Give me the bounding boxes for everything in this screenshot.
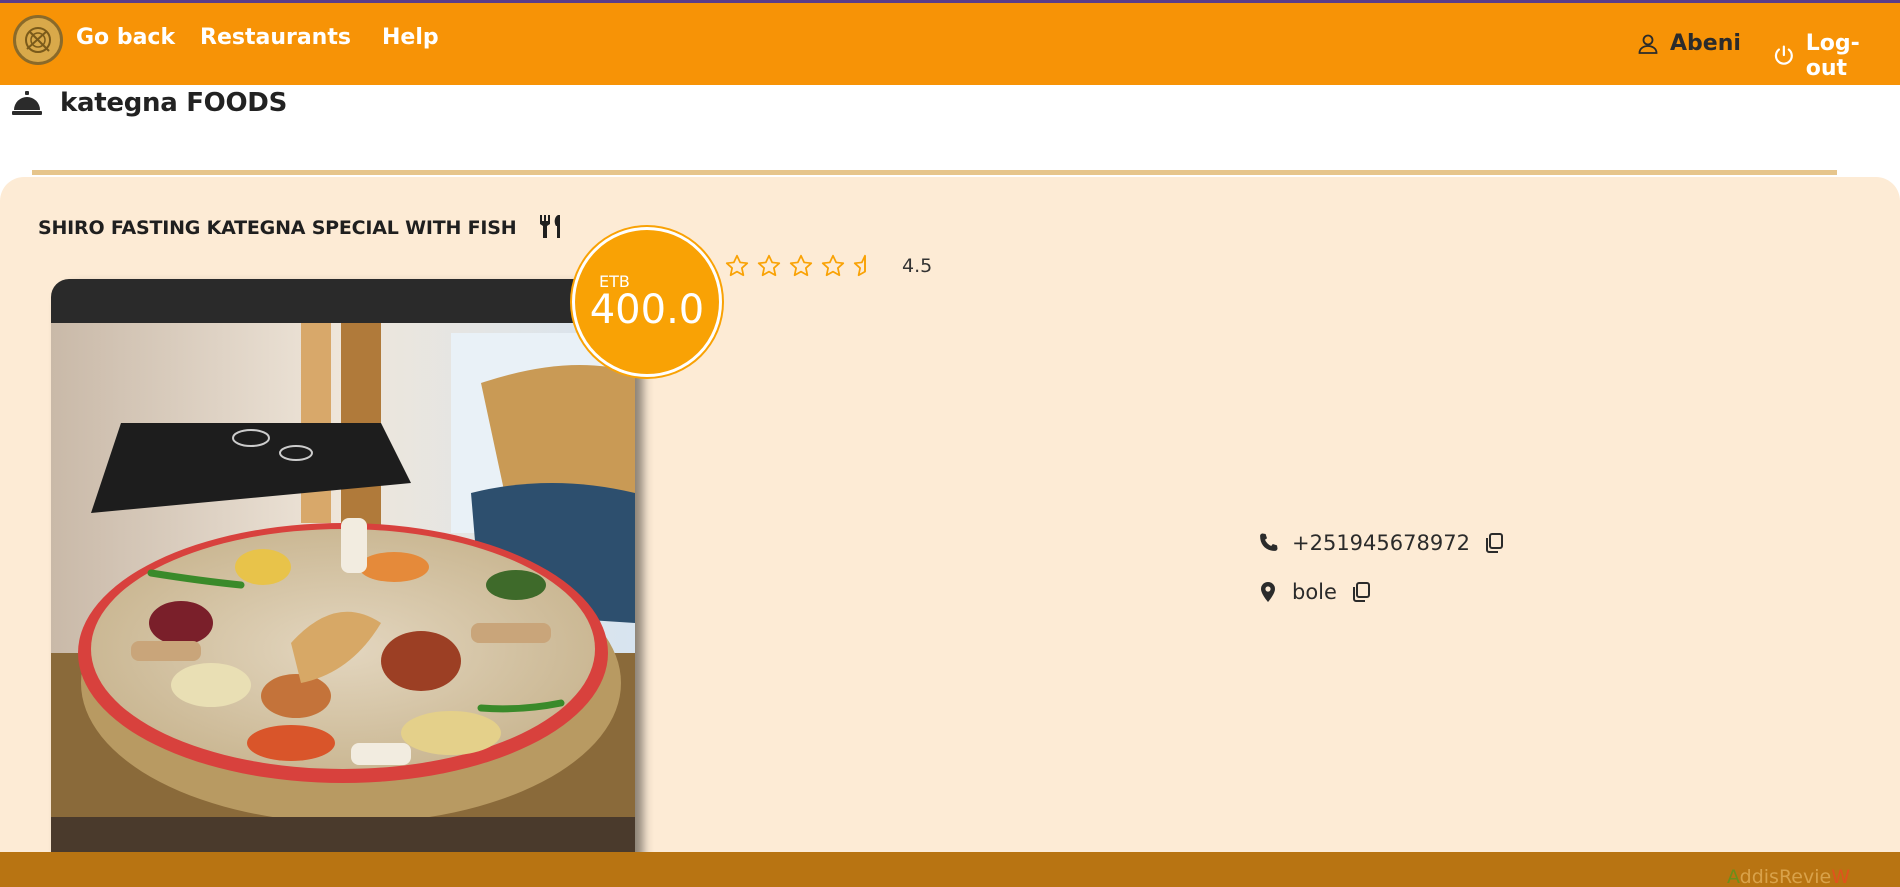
logout-label: Log-out xyxy=(1805,31,1860,81)
star-empty-icon xyxy=(821,254,845,277)
service-bell-icon xyxy=(12,91,42,115)
footer-brand-a: A xyxy=(1726,866,1740,887)
header-divider xyxy=(32,170,1837,175)
star-empty-icon xyxy=(725,254,749,277)
star-empty-icon xyxy=(757,254,781,277)
user-icon xyxy=(1638,34,1658,54)
site-logo[interactable] xyxy=(13,15,63,65)
rating-stars: 4.5 xyxy=(724,253,932,279)
star-half-icon xyxy=(853,254,866,277)
price-badge: ETB 400.0 xyxy=(572,227,722,377)
phone-row: +251945678972 xyxy=(1256,531,1506,555)
restaurants-link[interactable]: Restaurants xyxy=(200,25,351,50)
dish-photo[interactable] xyxy=(51,279,635,859)
phone-icon xyxy=(1260,533,1278,551)
location-text: bole xyxy=(1292,580,1337,604)
user-name: Abeni xyxy=(1670,31,1741,56)
restaurant-heading: kategna FOODS xyxy=(12,88,287,118)
footer-brand-mid: ddisRevie xyxy=(1739,866,1832,887)
top-navbar: Go back Restaurants Help Abeni Log-out xyxy=(0,0,1900,85)
location-pin-icon xyxy=(1261,582,1275,602)
rating-value: 4.5 xyxy=(902,255,933,277)
price-value: 400.0 xyxy=(589,286,705,333)
dish-card: SHIRO FASTING KATEGNA SPECIAL WITH FISH xyxy=(0,177,1900,859)
dish-image xyxy=(51,323,635,817)
footer: AddisRevieW xyxy=(0,852,1900,887)
dish-title: SHIRO FASTING KATEGNA SPECIAL WITH FISH xyxy=(38,217,517,239)
location-row: bole xyxy=(1256,580,1373,604)
restaurant-name: kategna FOODS xyxy=(60,88,287,118)
footer-brand: AddisRevieW xyxy=(1727,866,1850,887)
copy-phone-icon[interactable] xyxy=(1482,531,1506,555)
power-icon xyxy=(1774,45,1793,65)
help-link[interactable]: Help xyxy=(382,25,439,50)
user-profile-link[interactable]: Abeni xyxy=(1636,31,1741,56)
go-back-link[interactable]: Go back xyxy=(76,25,175,50)
plate-cutlery-icon xyxy=(25,27,51,53)
copy-location-icon[interactable] xyxy=(1349,580,1373,604)
logout-button[interactable]: Log-out xyxy=(1772,31,1900,81)
cutlery-icon xyxy=(540,215,560,238)
phone-number: +251945678972 xyxy=(1292,531,1470,555)
footer-brand-w: W xyxy=(1831,866,1850,887)
star-empty-icon xyxy=(789,254,813,277)
